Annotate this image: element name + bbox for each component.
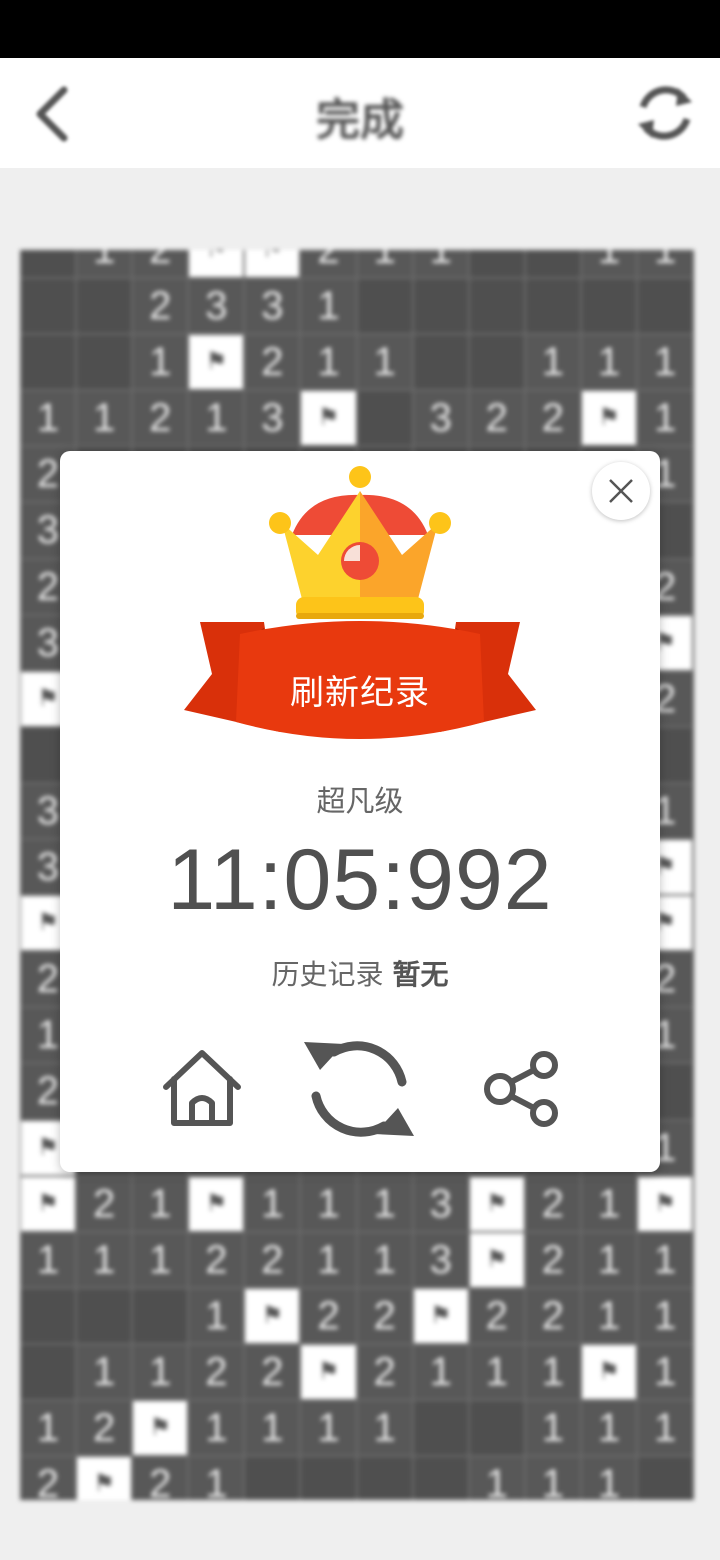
close-icon	[609, 479, 633, 503]
difficulty-level: 超凡级	[316, 784, 404, 818]
home-icon	[163, 1050, 241, 1126]
crown-icon	[269, 466, 451, 619]
new-record-text: 刷新纪录	[290, 673, 430, 713]
home-button[interactable]	[160, 1047, 244, 1131]
completion-time: 11:05:992	[167, 832, 553, 928]
close-button[interactable]	[592, 462, 650, 520]
share-icon	[484, 1051, 558, 1127]
share-button[interactable]	[482, 1049, 562, 1129]
replay-icon	[304, 1041, 414, 1137]
history-value: 暂无	[392, 958, 449, 991]
record-dialog: 刷新纪录 超凡级 11:05:992 历史记录 暂无	[60, 451, 660, 1172]
replay-button[interactable]	[304, 1034, 414, 1144]
history-record: 历史记录 暂无	[60, 953, 660, 993]
history-label: 历史记录	[271, 958, 384, 991]
